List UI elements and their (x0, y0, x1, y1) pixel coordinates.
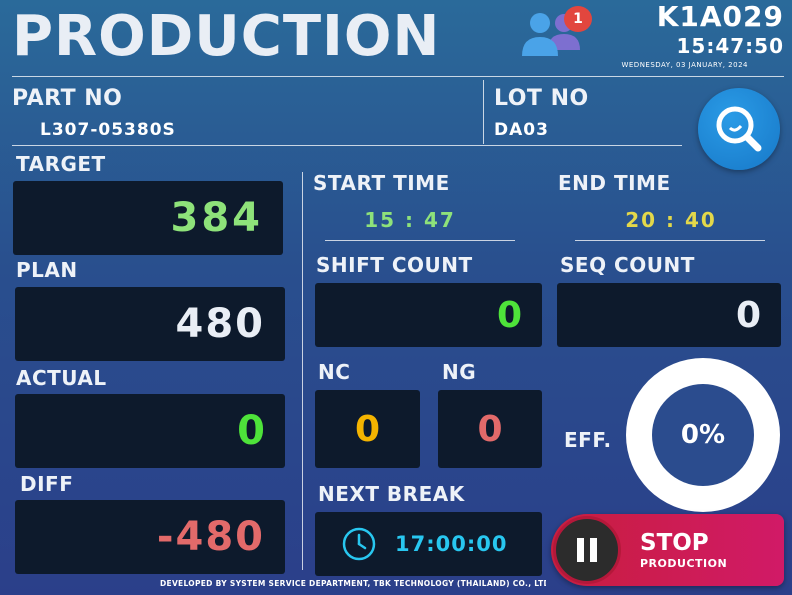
end-time-minute: 40 (684, 208, 717, 232)
seq-count-value: 0 (735, 294, 761, 336)
target-value: 384 (170, 195, 263, 241)
page-title: PRODUCTION (12, 4, 441, 69)
search-button[interactable] (698, 88, 780, 170)
shift-count-label: SHIFT COUNT (316, 253, 473, 277)
diff-box: -480 (15, 500, 285, 574)
seq-count-box: 0 (557, 283, 781, 347)
lot-no-label: LOT NO (494, 86, 589, 111)
current-time: 15:47:50 (676, 34, 784, 58)
end-time-label: END TIME (558, 171, 671, 195)
shift-count-box: 0 (315, 283, 542, 347)
shift-count-value: 0 (496, 294, 522, 336)
notification-badge: 1 (564, 6, 592, 32)
ng-value: 0 (477, 408, 503, 450)
target-label: TARGET (16, 152, 106, 176)
end-time-underline (575, 240, 765, 241)
target-box: 384 (13, 181, 283, 255)
footer-credit: DEVELOPED BY SYSTEM SERVICE DEPARTMENT, … (160, 579, 546, 588)
next-break-label: NEXT BREAK (318, 482, 465, 506)
end-time-hour: 20 (625, 208, 658, 232)
stop-button-subtitle[interactable]: PRODUCTION (640, 557, 727, 570)
actual-value: 0 (237, 408, 265, 454)
start-time-minute: 47 (423, 208, 456, 232)
start-time-value: 15 : 47 (330, 208, 490, 232)
search-icon (716, 106, 762, 152)
next-break-box: 17:00:00 (315, 512, 542, 576)
column-divider (302, 172, 303, 570)
machine-id: K1A029 (656, 0, 784, 33)
nc-value: 0 (354, 408, 381, 450)
plan-box: 480 (15, 287, 285, 361)
header-divider (12, 76, 784, 77)
diff-value: -480 (156, 514, 265, 560)
seq-count-label: SEQ COUNT (560, 253, 695, 277)
plan-label: PLAN (16, 258, 78, 282)
part-no-value: L307-05380S (40, 120, 176, 140)
stop-button-title[interactable]: STOP (640, 530, 709, 556)
efficiency-label: EFF. (564, 428, 612, 452)
diff-label: DIFF (20, 472, 74, 496)
lot-no-value: DA03 (494, 120, 549, 140)
end-time-value: 20 : 40 (596, 208, 746, 232)
nc-box: 0 (315, 390, 420, 468)
end-time-sep: : (666, 208, 676, 232)
ng-box: 0 (438, 390, 542, 468)
actual-label: ACTUAL (16, 366, 107, 390)
efficiency-value: 0% (652, 384, 754, 486)
plan-value: 480 (175, 301, 265, 347)
next-break-value: 17:00:00 (395, 532, 508, 556)
start-time-label: START TIME (313, 171, 450, 195)
pause-icon[interactable] (553, 516, 621, 584)
part-divider (12, 145, 682, 146)
start-time-hour: 15 (364, 208, 397, 232)
clock-icon (341, 526, 377, 562)
start-time-underline (325, 240, 515, 241)
current-date: WEDNESDAY, 03 JANUARY, 2024 (621, 61, 748, 69)
nc-label: NC (318, 360, 351, 384)
part-lot-divider (483, 80, 484, 144)
start-time-sep: : (405, 208, 415, 232)
actual-box: 0 (15, 394, 285, 468)
part-no-label: PART NO (12, 86, 123, 111)
ng-label: NG (442, 360, 477, 384)
